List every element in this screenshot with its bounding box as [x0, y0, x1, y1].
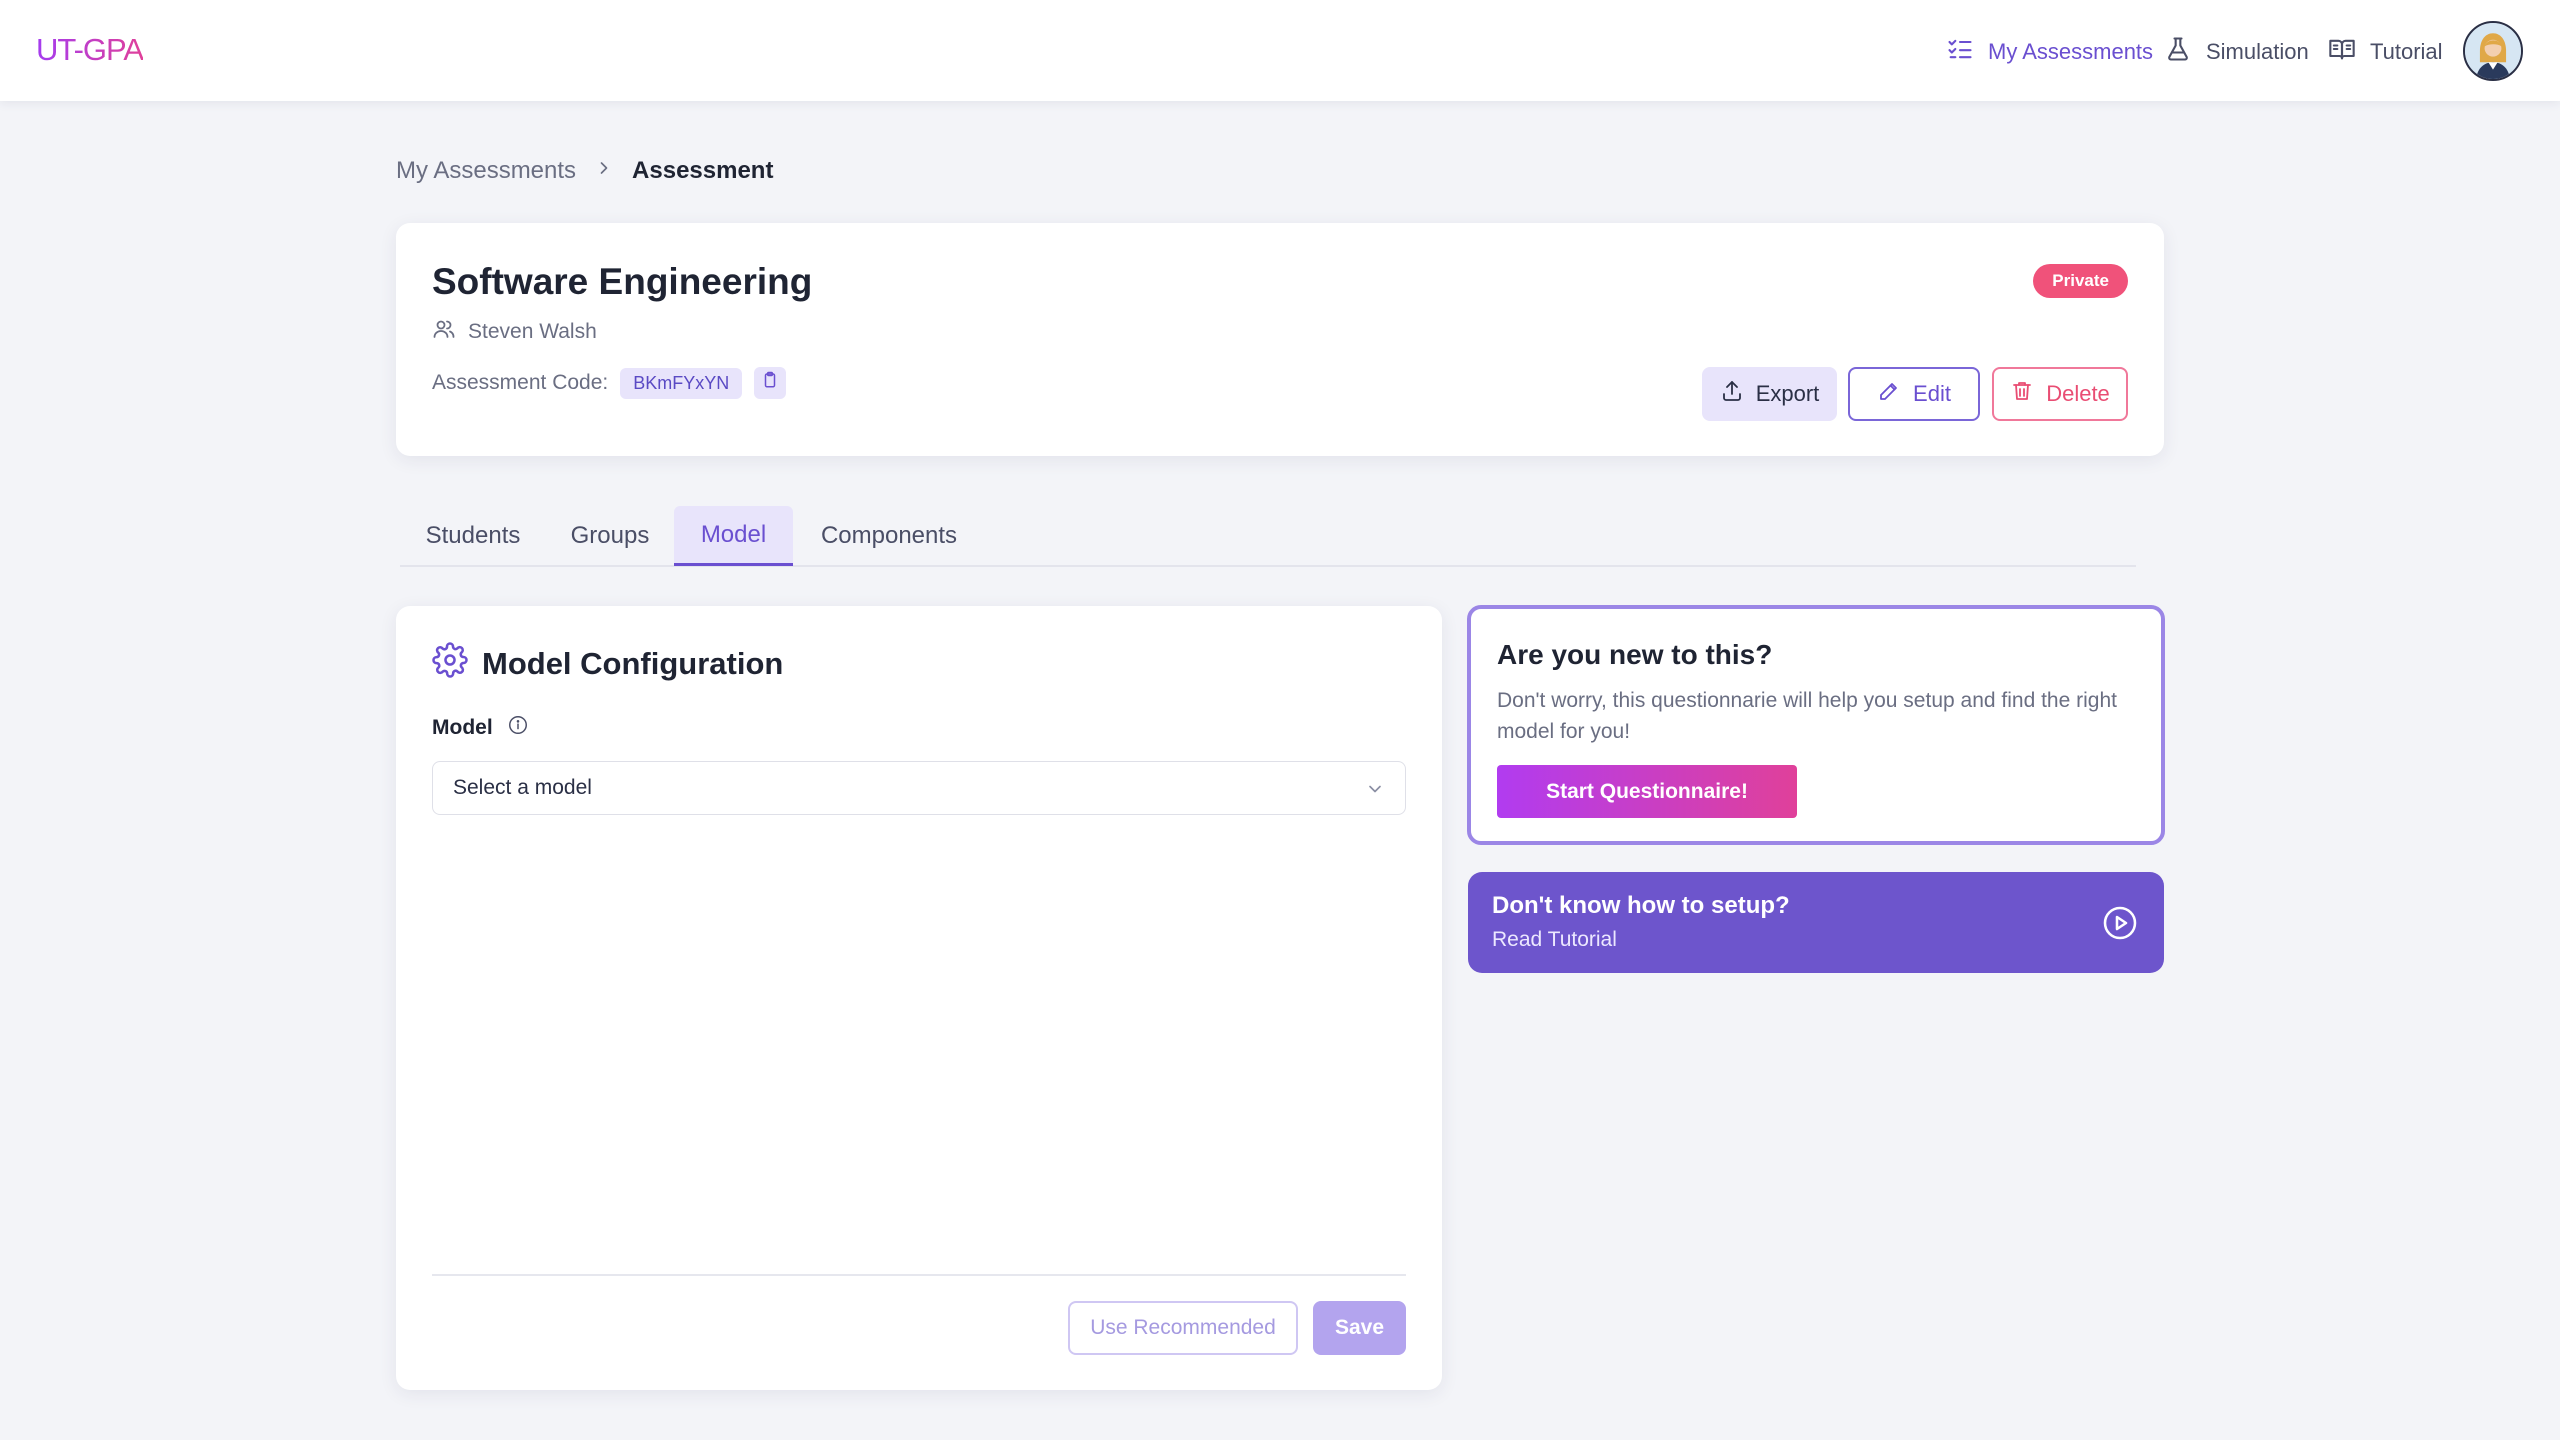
breadcrumb-current: Assessment	[632, 157, 774, 184]
book-icon	[2328, 35, 2356, 69]
new-user-card: Are you new to this? Don't worry, this q…	[1467, 605, 2165, 845]
checklist-icon	[1946, 35, 1974, 69]
delete-button[interactable]: Delete	[1992, 367, 2128, 421]
tab-students[interactable]: Students	[400, 506, 546, 566]
top-navbar: UT-GPA My Assessments Simulation Tutoria…	[0, 0, 2560, 101]
save-button[interactable]: Save	[1313, 1301, 1406, 1355]
use-recommended-button[interactable]: Use Recommended	[1068, 1301, 1298, 1355]
assessment-code-badge: BKmFYxYN	[620, 367, 743, 399]
model-select-value: Select a model	[453, 776, 592, 799]
model-select[interactable]: Select a model	[432, 761, 1406, 815]
copy-code-button[interactable]	[754, 367, 787, 399]
assessment-owner: Steven Walsh	[432, 317, 597, 347]
user-avatar[interactable]	[2463, 21, 2523, 81]
tutorial-card-subtitle: Read Tutorial	[1492, 928, 1617, 951]
nav-simulation[interactable]: Simulation	[2164, 36, 2309, 68]
visibility-badge: Private	[2033, 264, 2128, 298]
model-config-heading: Model Configuration	[432, 642, 783, 686]
owner-name: Steven Walsh	[468, 320, 597, 343]
model-config-title: Model Configuration	[482, 646, 784, 681]
nav-simulation-label: Simulation	[2206, 39, 2309, 64]
edit-button[interactable]: Edit	[1848, 367, 1980, 421]
flask-icon	[2164, 35, 2192, 69]
breadcrumb-my-assessments[interactable]: My Assessments	[396, 157, 576, 185]
upload-icon	[1720, 379, 1744, 409]
export-label: Export	[1755, 381, 1820, 406]
assessment-title: Software Engineering	[432, 261, 813, 302]
assessment-code-row: Assessment Code: BKmFYxYN	[432, 367, 787, 399]
model-config-divider	[432, 1274, 1406, 1276]
users-icon	[432, 317, 456, 347]
app-logo[interactable]: UT-GPA	[36, 32, 144, 68]
breadcrumb: My Assessments Assessment	[396, 155, 773, 187]
nav-my-assessments[interactable]: My Assessments	[1946, 36, 2153, 68]
trash-icon	[2010, 379, 2034, 409]
model-field-label: Model	[432, 714, 529, 742]
assessment-tabs: Students Groups Model Components	[400, 506, 2136, 567]
play-circle-icon	[2102, 905, 2138, 941]
tutorial-card-title: Don't know how to setup?	[1492, 892, 1790, 919]
gear-icon	[432, 642, 468, 686]
nav-tutorial[interactable]: Tutorial	[2328, 36, 2443, 68]
tab-components[interactable]: Components	[793, 506, 985, 566]
nav-tutorial-label: Tutorial	[2370, 39, 2443, 64]
nav-my-assessments-label: My Assessments	[1988, 39, 2154, 64]
start-questionnaire-button[interactable]: Start Questionnaire!	[1497, 765, 1797, 818]
edit-label: Edit	[1913, 381, 1951, 406]
new-user-description: Don't worry, this questionnarie will hel…	[1497, 689, 2117, 743]
info-icon[interactable]	[507, 714, 529, 742]
new-user-title: Are you new to this?	[1497, 639, 1773, 670]
read-tutorial-card[interactable]: Don't know how to setup? Read Tutorial	[1468, 872, 2164, 973]
model-configuration-card: Model Configuration Model Select a model…	[396, 606, 1442, 1390]
export-button[interactable]: Export	[1702, 367, 1837, 421]
pencil-icon	[1877, 379, 1901, 409]
model-label-text: Model	[432, 716, 493, 739]
tab-model[interactable]: Model	[674, 506, 793, 566]
assessment-code-label: Assessment Code:	[432, 371, 609, 394]
assessment-header-card: Software Engineering Steven Walsh Assess…	[396, 223, 2164, 456]
delete-label: Delete	[2046, 381, 2110, 406]
tab-groups[interactable]: Groups	[546, 506, 674, 566]
chevron-right-icon	[594, 157, 614, 185]
clipboard-icon	[761, 371, 779, 395]
